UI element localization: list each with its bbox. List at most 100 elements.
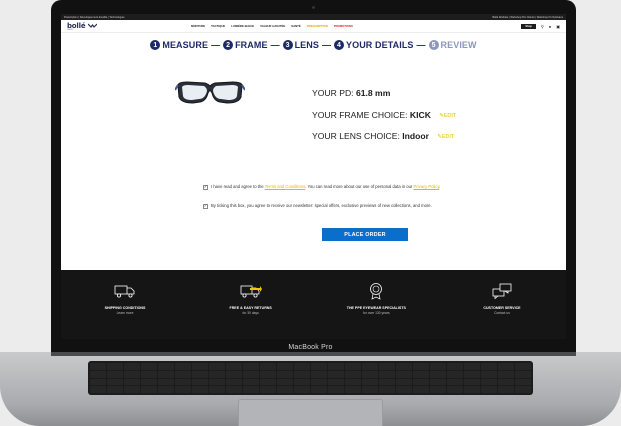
device-brand-label: MacBook Pro <box>288 344 333 351</box>
terms-text-part: . <box>439 184 441 189</box>
frame-label: YOUR FRAME CHOICE: <box>312 110 410 120</box>
keyboard-key <box>498 386 514 393</box>
keyboard-key <box>447 386 463 393</box>
terms-checkbox[interactable]: ✓ <box>203 184 208 190</box>
keyboard-key <box>107 386 123 393</box>
step-lens[interactable]: 3 LENS <box>282 40 319 50</box>
keyboard-key <box>277 378 293 386</box>
terms-text-part: . You can read more about our use of per… <box>305 184 414 189</box>
keyboard-key <box>209 370 225 378</box>
keyboard-key <box>328 378 344 386</box>
checkout-steps: 1 MEASURE — 2 FRAME — 3 LENS — 4 YOUR DE… <box>61 40 566 50</box>
keyboard-key <box>277 386 293 393</box>
keyboard-key <box>379 370 395 378</box>
step-measure[interactable]: 1 MEASURE <box>150 40 208 50</box>
keyboard-key <box>175 363 191 370</box>
keyboard-key <box>158 363 174 370</box>
keyboard-key <box>413 378 429 386</box>
nav-item-sante[interactable]: SANTÉ <box>291 24 300 28</box>
keyboard-key <box>328 386 344 393</box>
nav-menu: MONTURE TACTIQUE LUMIÈRE BLEUE VALEUR AJ… <box>191 24 353 28</box>
keyboard-key <box>515 386 531 393</box>
keyboard-key <box>498 378 514 386</box>
keyboard-key <box>396 378 412 386</box>
nav-actions: Shop ⚲ ● ▣ <box>521 23 560 29</box>
keyboard-key <box>226 370 242 378</box>
keyboard-key <box>226 363 242 370</box>
feature-specialists[interactable]: THE PPE EYEWEAR SPECIALISTS for over 130… <box>330 280 422 339</box>
keyboard-key <box>328 370 344 378</box>
keyboard-key <box>311 370 327 378</box>
nav-item-valeur-ajoutee[interactable]: VALEUR AJOUTÉE <box>260 24 285 28</box>
step-frame[interactable]: 2 FRAME <box>223 40 268 50</box>
keyboard-key <box>294 378 310 386</box>
keyboard-key <box>277 363 293 370</box>
step-review[interactable]: 5 REVIEW <box>428 40 477 50</box>
keyboard-key <box>294 363 310 370</box>
keyboard-key <box>294 386 310 393</box>
keyboard-key <box>294 370 310 378</box>
feature-customer-service[interactable]: CUSTOMER SERVICE Contact us <box>456 280 548 339</box>
pd-summary: YOUR PD: 61.8 mm <box>312 88 390 98</box>
step-separator: — <box>270 40 280 50</box>
search-icon[interactable]: ⚲ <box>541 24 544 29</box>
place-order-button[interactable]: PLACE ORDER <box>322 228 408 241</box>
keyboard-key <box>124 378 140 386</box>
keyboard-key <box>141 386 157 393</box>
lens-value: Indoor <box>402 131 429 141</box>
bolle-logo[interactable]: bollé SAFETY <box>67 22 147 31</box>
feature-subtitle: for 30 days <box>242 311 259 315</box>
nav-item-lumiere-bleue[interactable]: LUMIÈRE BLEUE <box>231 24 254 28</box>
nav-item-tactique[interactable]: TACTIQUE <box>211 24 225 28</box>
keyboard-key <box>396 386 412 393</box>
step-label: YOUR DETAILS <box>345 40 414 50</box>
keyboard-key <box>464 386 480 393</box>
step-number: 1 <box>150 40 161 50</box>
main-navbar: bollé SAFETY MONTURE TACTIQUE LUMIÈRE BL… <box>61 20 566 33</box>
keyboard-key <box>175 370 191 378</box>
shop-button[interactable]: Shop <box>521 23 536 29</box>
nav-item-monture[interactable]: MONTURE <box>191 24 205 28</box>
keyboard-key <box>226 386 242 393</box>
keyboard-key <box>464 378 480 386</box>
trackpad <box>238 399 383 426</box>
keyboard-key <box>498 370 514 378</box>
keyboard-key <box>192 363 208 370</box>
keyboard-key <box>158 386 174 393</box>
cart-icon[interactable]: ▣ <box>556 24 560 29</box>
terms-text-part: I have read and agree to the <box>211 184 265 189</box>
keyboard-key <box>396 363 412 370</box>
feature-title: THE PPE EYEWEAR SPECIALISTS <box>346 306 406 310</box>
keyboard-key <box>90 363 106 370</box>
keyboard-key <box>345 370 361 378</box>
keyboard <box>88 361 533 395</box>
step-your-details[interactable]: 4 YOUR DETAILS <box>333 40 414 50</box>
step-label: LENS <box>294 40 319 50</box>
feature-returns[interactable]: FREE & EASY RETURNS for 30 days <box>205 280 297 339</box>
utility-links-right[interactable]: Bollé Website | Webshop Pro Clients | We… <box>492 16 563 19</box>
keyboard-key <box>447 363 463 370</box>
nav-item-prescription[interactable]: PRESCRIPTION <box>307 24 328 28</box>
account-icon[interactable]: ● <box>549 24 551 29</box>
privacy-policy-link[interactable]: Privacy Policy <box>413 184 439 189</box>
edit-label: EDIT <box>441 133 455 140</box>
keyboard-key <box>260 370 276 378</box>
keyboard-key <box>107 370 123 378</box>
keyboard-key <box>430 378 446 386</box>
keyboard-key <box>192 370 208 378</box>
edit-frame-link[interactable]: ✎EDIT <box>439 113 456 119</box>
laptop-hinge <box>51 352 576 356</box>
edit-lens-link[interactable]: ✎EDIT <box>437 134 454 140</box>
newsletter-checkbox[interactable]: ✓ <box>203 203 208 209</box>
nav-item-promotions[interactable]: PROMOTIONS <box>334 24 353 28</box>
keyboard-key <box>515 378 531 386</box>
feature-shipping[interactable]: SHIPPING CONDITIONS Learn more <box>79 280 171 339</box>
terms-link[interactable]: Terms and Conditions <box>265 184 306 189</box>
pd-value: 61.8 mm <box>355 88 391 98</box>
keyboard-key <box>243 363 259 370</box>
keyboard-key <box>260 363 276 370</box>
keyboard-key <box>515 370 531 378</box>
features-footer: SHIPPING CONDITIONS Learn more FREE & EA… <box>61 270 566 339</box>
step-number: 2 <box>223 40 234 50</box>
utility-links-left[interactable]: Prescription | Développement durable | T… <box>64 16 125 19</box>
